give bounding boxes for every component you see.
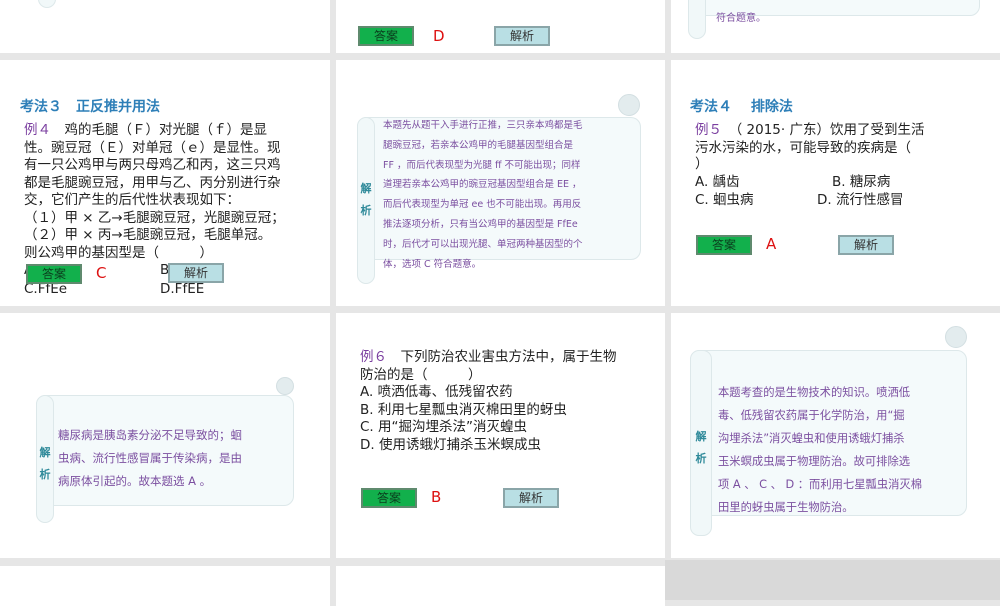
analysis-text: 本题先从题干入手进行正推，三只亲本鸡都是毛 腿豌豆冠，若亲本公鸡甲的毛腿基因型组合… xyxy=(383,120,583,270)
question-text: 例４ 鸡的毛腿（Ｆ）对光腿（ｆ）是显 性。豌豆冠（Ｅ）对单冠（ｅ）是显性。现 有… xyxy=(24,122,285,262)
analysis-text: 符合题意。 xyxy=(716,13,766,24)
option-c: C. 用“掘沟埋杀法”消灭蝗虫 xyxy=(360,419,527,435)
option-a: A. 龋齿 xyxy=(695,174,740,190)
answer-button[interactable]: 答案 xyxy=(26,264,82,284)
analysis-button[interactable]: 解析 xyxy=(838,235,894,255)
question-line: 则公鸡甲的基因型是（ ） xyxy=(24,244,213,261)
analysis-label: 解析 xyxy=(39,446,51,481)
slide-thumbnail[interactable]: 解析 本题先从题干入手进行正推，三只亲本鸡都是毛 腿豌豆冠，若亲本公鸡甲的毛腿基因… xyxy=(336,60,665,306)
example-label: 例４ xyxy=(24,122,51,138)
question-line: （ 2015· 广东）饮用了受到生活 xyxy=(722,122,925,138)
question-line: （２）甲 × 丙→毛腿豌豆冠，毛腿单冠。 xyxy=(24,227,272,243)
analysis-label: 解析 xyxy=(360,182,372,217)
question-line: 下列防治农业害虫方法中，属于生物 xyxy=(387,349,617,365)
question-line: 鸡的毛腿（Ｆ）对光腿（ｆ）是显 xyxy=(51,122,267,138)
question-text: 例５ （ 2015· 广东）饮用了受到生活 污水污染的水，可能导致的疾病是（ ） xyxy=(695,122,924,171)
question-line: 都是毛腿豌豆冠，用甲与乙、丙分别进行杂 xyxy=(24,174,281,191)
slide-thumbnail[interactable]: 考法３ 正反推并用法 例４ 鸡的毛腿（Ｆ）对光腿（ｆ）是显 性。豌豆冠（Ｅ）对单… xyxy=(0,60,330,306)
question-line: 交，它们产生的后代性状表现如下： xyxy=(24,192,240,208)
example-label: 例６ xyxy=(360,349,387,365)
option-c: C. 蛔虫病 xyxy=(695,192,754,208)
slide-thumbnail[interactable]: 考法４ 排除法 例５ （ 2015· 广东）饮用了受到生活 污水污染的水，可能导… xyxy=(671,60,1000,306)
question-line: 性。豌豆冠（Ｅ）对单冠（ｅ）是显性。现 xyxy=(24,139,281,156)
slide-thumbnail[interactable] xyxy=(336,566,665,606)
scroll-curl-decoration xyxy=(276,377,294,395)
analysis-label: 解析 xyxy=(695,430,707,465)
option-d: D. 使用诱蛾灯捕杀玉米螟成虫 xyxy=(360,436,541,453)
option-d: D.FfEE xyxy=(160,281,205,297)
slide-thumbnail[interactable] xyxy=(0,0,330,53)
method-heading: 考法３ 正反推并用法 xyxy=(20,99,160,115)
scroll-decoration xyxy=(38,0,56,8)
option-d: D. 流行性感冒 xyxy=(817,192,904,208)
question-line: （１）甲 × 乙→毛腿豌豆冠，光腿豌豆冠； xyxy=(24,209,285,226)
scroll-curl-decoration xyxy=(618,94,640,116)
answer-button[interactable]: 答案 xyxy=(361,488,417,508)
slide-thumbnail[interactable]: 答案 D 解析 xyxy=(336,0,665,53)
analysis-button[interactable]: 解析 xyxy=(494,26,550,46)
answer-button[interactable]: 答案 xyxy=(696,235,752,255)
analysis-button[interactable]: 解析 xyxy=(503,488,559,508)
answer-value: B xyxy=(431,488,442,506)
slide-thumbnail[interactable]: 解析 本题考查的是生物技术的知识。喷洒低 毒、低残留农药属于化学防治，用“掘 沟埋杀… xyxy=(671,313,1000,558)
analysis-text: 糖尿病是胰岛素分泌不足导致的；蛔 虫病、流行性感冒属于传染病，是由 病原体引起的。故… xyxy=(58,428,242,488)
empty-area xyxy=(665,560,1000,600)
analysis-button[interactable]: 解析 xyxy=(168,263,224,283)
option-b: B. 糖尿病 xyxy=(832,174,891,190)
answer-value: D xyxy=(433,27,445,45)
analysis-text: 本题考查的是生物技术的知识。喷洒低 毒、低残留农药属于化学防治，用“掘 沟埋杀法”消… xyxy=(718,386,923,514)
question-line: 有一只公鸡甲与两只母鸡乙和丙，这三只鸡 xyxy=(24,157,281,173)
question-line: ） xyxy=(695,156,709,172)
slide-thumbnail[interactable] xyxy=(0,566,330,606)
method-heading: 考法４ 排除法 xyxy=(690,99,793,115)
question-line: 污水污染的水，可能导致的疾病是（ xyxy=(695,139,911,156)
answer-value: C xyxy=(96,264,107,282)
scroll-decoration xyxy=(688,0,706,39)
slide-thumbnail[interactable]: 符合题意。 xyxy=(671,0,1000,53)
option-b: B. 利用七星瓢虫消灭棉田里的蚜虫 xyxy=(360,401,567,418)
question-text: 例６ 下列防治农业害虫方法中，属于生物 防治的是（ ） A. 喷洒低毒、低残留农… xyxy=(360,349,617,454)
slide-thumbnail[interactable]: 例６ 下列防治农业害虫方法中，属于生物 防治的是（ ） A. 喷洒低毒、低残留农… xyxy=(336,313,665,558)
slide-thumbnail[interactable]: 解析 糖尿病是胰岛素分泌不足导致的；蛔 虫病、流行性感冒属于传染病，是由 病原体引起… xyxy=(0,313,330,558)
option-a: A. 喷洒低毒、低残留农药 xyxy=(360,384,513,400)
answer-value: A xyxy=(766,235,777,253)
scroll-curl-decoration xyxy=(945,326,967,348)
example-label: 例５ xyxy=(695,122,722,138)
answer-button[interactable]: 答案 xyxy=(358,26,414,46)
question-line: 防治的是（ ） xyxy=(360,366,482,383)
